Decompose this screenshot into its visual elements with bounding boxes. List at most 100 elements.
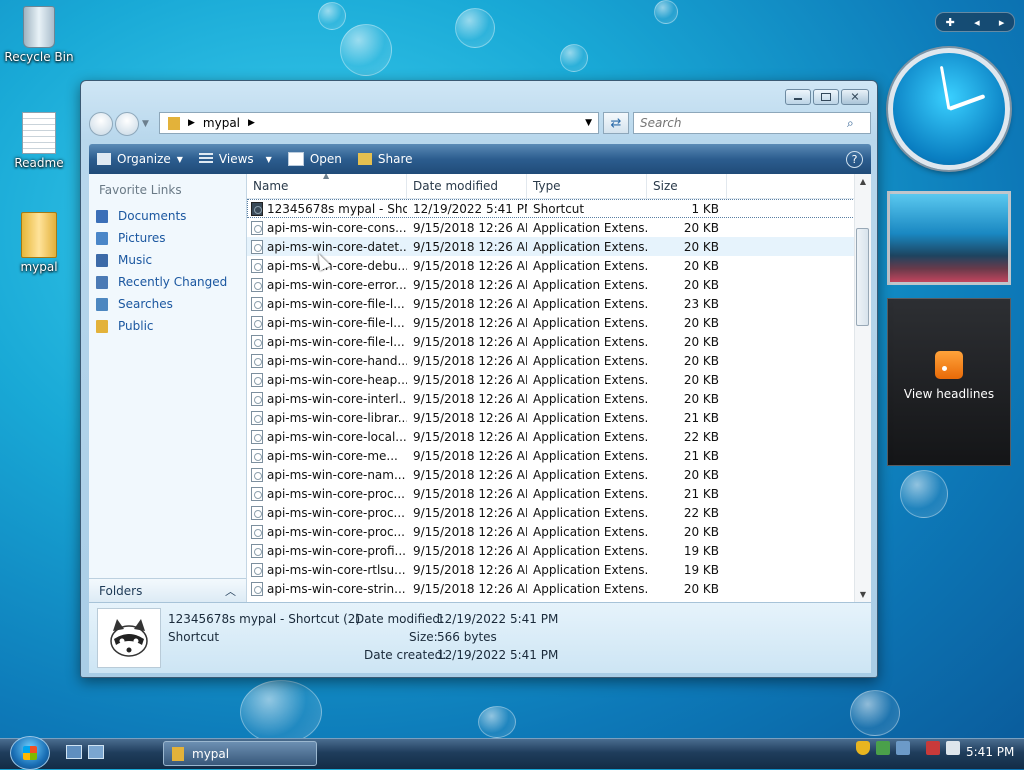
volume-muted-icon[interactable] (946, 741, 960, 755)
dll-file-icon (251, 334, 263, 349)
file-name: 12345678s mypal - Sho... (267, 201, 407, 216)
open-button[interactable]: Open (280, 144, 350, 174)
table-row[interactable]: api-ms-win-core-strin... 9/15/2018 12:26 … (247, 579, 855, 598)
file-date: 9/15/2018 12:26 AM (413, 391, 527, 406)
favorite-links-list: Documents Pictures Music Recently Changed Se… (89, 205, 246, 337)
column-header-name[interactable]: Name ▲ (247, 174, 407, 198)
table-row[interactable]: api-ms-win-core-rtlsu... 9/15/2018 12:26 … (247, 560, 855, 579)
table-row[interactable]: api-ms-win-core-proc... 9/15/2018 12:26 A… (247, 484, 855, 503)
column-header-date[interactable]: Date modified (407, 174, 527, 198)
table-row[interactable]: api-ms-win-core-profi... 9/15/2018 12:26 … (247, 541, 855, 560)
next-icon[interactable]: ▸ (999, 16, 1005, 29)
favorite-link-pictures[interactable]: Pictures (89, 227, 246, 249)
table-row[interactable]: api-ms-win-core-file-l... 9/15/2018 12:26… (247, 294, 855, 313)
address-dropdown-icon[interactable]: ▼ (585, 118, 592, 128)
file-date: 9/15/2018 12:26 AM (413, 372, 527, 387)
back-button[interactable] (89, 112, 113, 136)
table-row[interactable]: api-ms-win-core-datet... 9/15/2018 12:26 … (247, 237, 855, 256)
file-type: Application Extens... (533, 467, 647, 482)
table-row[interactable]: api-ms-win-core-heap... 9/15/2018 12:26 A… (247, 370, 855, 389)
file-name: api-ms-win-core-proc... (267, 486, 405, 501)
breadcrumb-mypal[interactable]: mypal (203, 116, 240, 130)
table-row[interactable]: 12345678s mypal - Sho... 12/19/2022 5:41 … (247, 199, 855, 218)
views-button[interactable]: Views ▼ (191, 144, 280, 174)
favorite-link-recently-changed[interactable]: Recently Changed (89, 271, 246, 293)
table-row[interactable]: api-ms-win-core-file-l... 9/15/2018 12:26… (247, 332, 855, 351)
table-row[interactable]: api-ms-win-core-proc... 9/15/2018 12:26 A… (247, 503, 855, 522)
table-row[interactable]: api-ms-win-core-local... 9/15/2018 12:26 … (247, 427, 855, 446)
network-warning-icon[interactable] (896, 741, 910, 755)
desktop-icon-recycle-bin[interactable]: Recycle Bin (4, 6, 74, 64)
favorite-link-music[interactable]: Music (89, 249, 246, 271)
favorite-link-documents[interactable]: Documents (89, 205, 246, 227)
security-shield-icon[interactable] (856, 741, 870, 755)
scrollbar-thumb[interactable] (856, 228, 869, 326)
desktop-icon-mypal[interactable]: mypal (4, 212, 74, 274)
open-icon (287, 152, 304, 166)
vertical-scrollbar[interactable]: ▲ ▼ (854, 174, 871, 602)
table-row[interactable]: api-ms-win-core-librar... 9/15/2018 12:26… (247, 408, 855, 427)
address-bar[interactable]: ▶ mypal ▶ ▼ (159, 112, 599, 134)
feed-headlines-gadget[interactable]: View headlines (887, 298, 1011, 466)
table-row[interactable]: api-ms-win-core-me... 9/15/2018 12:26 AM A… (247, 446, 855, 465)
file-size: 20 KB (683, 524, 719, 539)
table-row[interactable]: api-ms-win-core-hand... 9/15/2018 12:26 A… (247, 351, 855, 370)
table-row[interactable]: api-ms-win-core-cons... 9/15/2018 12:26 A… (247, 218, 855, 237)
favorite-link-public[interactable]: Public (89, 315, 246, 337)
taskbar-clock[interactable]: 5:41 PM (966, 745, 1014, 759)
file-type: Application Extens... (533, 353, 647, 368)
search-icon[interactable]: ⌕ (847, 116, 854, 131)
sidebar-controls[interactable]: ✚ ◂ ▸ (935, 12, 1015, 32)
close-button[interactable]: ✕ (841, 89, 869, 105)
table-row[interactable]: api-ms-win-core-nam... 9/15/2018 12:26 AM… (247, 465, 855, 484)
details-size-value: 566 bytes (437, 630, 497, 644)
table-row[interactable]: api-ms-win-core-file-l... 9/15/2018 12:26… (247, 313, 855, 332)
open-label: Open (309, 152, 342, 166)
favorite-link-label: Pictures (118, 231, 166, 245)
search-box[interactable]: ⌕ (633, 112, 871, 134)
dll-file-icon (251, 391, 263, 406)
table-row[interactable]: api-ms-win-core-interl... 9/15/2018 12:26… (247, 389, 855, 408)
breadcrumb-separator-icon[interactable]: ▶ (188, 118, 195, 128)
table-row[interactable]: api-ms-win-core-error... 9/15/2018 12:26 … (247, 275, 855, 294)
favorite-link-searches[interactable]: Searches (89, 293, 246, 315)
file-date: 9/15/2018 12:26 AM (413, 562, 527, 577)
forward-button[interactable] (115, 112, 139, 136)
network-disconnected-icon[interactable] (926, 741, 940, 755)
dll-file-icon (251, 277, 263, 292)
help-button[interactable]: ? (846, 150, 863, 168)
sort-ascending-icon: ▲ (323, 174, 330, 180)
file-name: api-ms-win-core-strin... (267, 581, 406, 596)
file-name: api-ms-win-core-file-l... (267, 296, 405, 311)
clock-gadget[interactable] (888, 48, 1010, 170)
desktop-icon-readme[interactable]: Readme (4, 112, 74, 170)
start-button[interactable] (10, 736, 50, 770)
file-size: 23 KB (683, 296, 719, 311)
search-input[interactable] (638, 115, 847, 131)
breadcrumb-separator-icon[interactable]: ▶ (248, 118, 255, 128)
show-desktop-icon[interactable] (66, 745, 82, 759)
switch-windows-icon[interactable] (88, 745, 104, 759)
refresh-button[interactable]: ⇄ (603, 112, 629, 134)
share-label: Share (377, 152, 413, 166)
public-folder-icon (96, 319, 108, 333)
slideshow-gadget[interactable] (887, 191, 1011, 285)
column-header-size[interactable]: Size (647, 174, 727, 198)
refresh-icon: ⇄ (610, 115, 622, 131)
taskbar-button-mypal[interactable]: mypal (163, 741, 317, 766)
scroll-up-icon[interactable]: ▲ (855, 177, 871, 186)
column-header-type[interactable]: Type (527, 174, 647, 198)
folders-toggle[interactable]: Folders ︿ (89, 578, 246, 602)
previous-icon[interactable]: ◂ (974, 16, 980, 29)
maximize-button[interactable] (813, 89, 839, 105)
folder-icon (21, 212, 57, 258)
table-row[interactable]: api-ms-win-core-proc... 9/15/2018 12:26 A… (247, 522, 855, 541)
recent-pages-chevron-icon[interactable]: ▼ (142, 119, 149, 129)
add-gadget-icon[interactable]: ✚ (946, 16, 955, 29)
table-row[interactable]: api-ms-win-core-debu... 9/15/2018 12:26 A… (247, 256, 855, 275)
minimize-button[interactable] (785, 89, 811, 105)
security-center-icon[interactable] (876, 741, 890, 755)
share-button[interactable]: Share (350, 144, 421, 174)
organize-button[interactable]: Organize ▼ (89, 144, 191, 174)
scroll-down-icon[interactable]: ▼ (855, 590, 871, 599)
